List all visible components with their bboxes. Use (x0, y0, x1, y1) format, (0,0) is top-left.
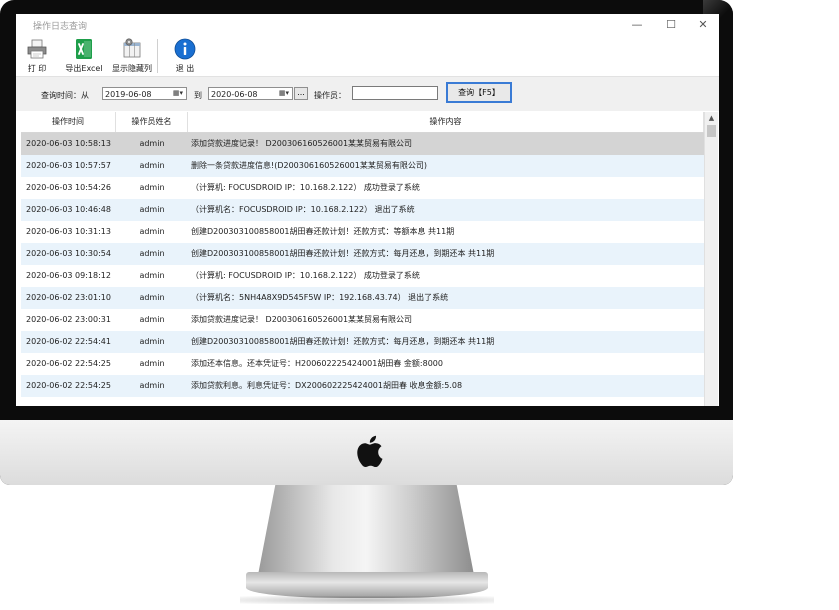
cell-operation-content: 添加贷款利息。利息凭证号：DX200602225424001胡田春 收息金额:5… (191, 381, 463, 390)
cell-operation-content: （计算机名：5NH4A8X9D545F5W IP：192.168.43.74） … (191, 293, 449, 302)
cell-operation-time: 2020-06-03 10:58:13 (26, 139, 111, 148)
print-label: 打 印 (27, 64, 47, 73)
monitor-chin (0, 420, 733, 485)
cell-operation-time: 2020-06-02 22:54:25 (26, 381, 111, 390)
cell-operation-time: 2020-06-02 23:01:10 (26, 293, 111, 302)
to-date-value: 2020-06-08 (211, 90, 258, 99)
cell-operation-content: 创建D200303100858001胡田春还款计划！还款方式：等额本息 共11期 (191, 227, 455, 236)
window-titlebar: 操作日志查询 — ☐ ✕ (16, 14, 719, 36)
cell-operation-content: 创建D200303100858001胡田春还款计划！还款方式：每月还息，到期还本… (191, 249, 495, 258)
info-icon (174, 38, 196, 60)
table-row[interactable]: 2020-06-03 10:57:57 admin 删除一条贷款进度信息!(D200… (21, 155, 704, 177)
show-hidden-columns-button[interactable]: 显示隐藏列 (110, 38, 154, 74)
cell-operation-time: 2020-06-02 22:54:41 (26, 337, 111, 346)
calendar-dropdown-icon[interactable]: ▦▾ (277, 89, 291, 98)
log-table: 操作时间 操作员姓名 操作内容 2020-06-03 10:58:13 admin… (21, 112, 719, 406)
apple-logo (357, 435, 383, 468)
export-excel-button[interactable]: 导出Excel (64, 38, 104, 74)
from-date-value: 2019-06-08 (105, 90, 152, 99)
to-date-picker[interactable]: 2020-06-08 ▦▾ (208, 87, 293, 100)
cell-operator-name: admin (139, 337, 165, 346)
printer-icon (27, 39, 47, 59)
table-header: 操作时间 操作员姓名 操作内容 (21, 112, 704, 133)
cell-operation-time: 2020-06-02 22:54:25 (26, 359, 111, 368)
exit-button[interactable]: 退 出 (170, 38, 200, 74)
cell-operation-content: 删除一条贷款进度信息!(D200306160526001某某贸易有限公司) (191, 161, 427, 170)
header-operation-content[interactable]: 操作内容 (188, 112, 704, 132)
vertical-scrollbar[interactable]: ▲ (704, 112, 718, 406)
cell-operation-content: 添加贷款进度记录！ D200306160526001某某贸易有限公司 (191, 315, 413, 324)
window-title: 操作日志查询 (33, 22, 88, 32)
cell-operation-content: 添加还本信息。还本凭证号：H200602225424001胡田春 金额:8000 (191, 359, 443, 368)
export-excel-label: 导出Excel (65, 64, 103, 73)
stand-shadow (240, 596, 494, 604)
excel-icon (76, 39, 92, 59)
query-button[interactable]: 查询【F5】 (446, 82, 512, 103)
monitor-stand-base (246, 572, 488, 598)
app-window: 操作日志查询 — ☐ ✕ 打 印 导出Excel 显示隐藏列 退 出 查询时间：… (16, 14, 719, 406)
scroll-thumb[interactable] (707, 125, 716, 137)
close-button[interactable]: ✕ (688, 16, 718, 34)
toolbar-separator (157, 39, 158, 73)
cell-operation-time: 2020-06-02 23:00:31 (26, 315, 111, 324)
cell-operation-time: 2020-06-03 10:30:54 (26, 249, 111, 258)
cell-operation-content: 创建D200303100858001胡田春还款计划！还款方式：每月还息，到期还本… (191, 337, 495, 346)
show-hidden-columns-label: 显示隐藏列 (112, 64, 152, 73)
monitor-stand-neck (258, 485, 474, 575)
cell-operator-name: admin (139, 183, 165, 192)
table-row[interactable]: 2020-06-02 23:00:31 admin 添加贷款进度记录！ D20030… (21, 309, 704, 331)
cell-operator-name: admin (139, 161, 165, 170)
cell-operator-name: admin (139, 271, 165, 280)
cell-operator-name: admin (139, 359, 165, 368)
operator-label: 操作员： (314, 91, 346, 100)
search-bar: 查询时间：从 2019-06-08 ▦▾ 到 2020-06-08 ▦▾ ...… (16, 77, 719, 111)
table-row[interactable]: 2020-06-03 10:31:13 admin 创建D2003031008580… (21, 221, 704, 243)
cell-operator-name: admin (139, 139, 165, 148)
cell-operator-name: admin (139, 205, 165, 214)
operator-input[interactable] (352, 86, 438, 100)
exit-label: 退 出 (175, 64, 195, 73)
maximize-button[interactable]: ☐ (656, 16, 686, 34)
cell-operation-content: （计算机: FOCUSDROID IP：10.168.2.122） 成功登录了系… (191, 183, 420, 192)
cell-operator-name: admin (139, 381, 165, 390)
more-options-button[interactable]: ... (294, 87, 308, 100)
calendar-dropdown-icon[interactable]: ▦▾ (171, 89, 185, 98)
from-date-picker[interactable]: 2019-06-08 ▦▾ (102, 87, 187, 100)
cell-operation-time: 2020-06-03 10:57:57 (26, 161, 111, 170)
header-operator-name[interactable]: 操作员姓名 (116, 112, 188, 132)
monitor-bezel: 操作日志查询 — ☐ ✕ 打 印 导出Excel 显示隐藏列 退 出 查询时间：… (0, 0, 733, 485)
table-row[interactable]: 2020-06-02 22:54:25 admin 添加贷款利息。利息凭证号：DX2… (21, 375, 704, 397)
cell-operation-content: （计算机: FOCUSDROID IP：10.168.2.122） 成功登录了系… (191, 271, 420, 280)
table-row[interactable]: 2020-06-02 22:54:25 admin 添加还本信息。还本凭证号：H20… (21, 353, 704, 375)
cell-operator-name: admin (139, 315, 165, 324)
print-button[interactable]: 打 印 (22, 38, 52, 74)
cell-operation-content: 添加贷款进度记录！ D200306160526001某某贸易有限公司 (191, 139, 413, 148)
cell-operator-name: admin (139, 249, 165, 258)
cell-operation-time: 2020-06-03 10:54:26 (26, 183, 111, 192)
table-row[interactable]: 2020-06-02 23:01:10 admin （计算机名：5NH4A8X9D5… (21, 287, 704, 309)
cell-operation-time: 2020-06-03 09:18:12 (26, 271, 111, 280)
scroll-up-icon[interactable]: ▲ (705, 112, 718, 124)
table-row[interactable]: 2020-06-03 10:30:54 admin 创建D2003031008580… (21, 243, 704, 265)
to-label: 到 (194, 91, 202, 100)
table-row[interactable]: 2020-06-03 10:46:48 admin （计算机名：FOCUSDROID… (21, 199, 704, 221)
table-row[interactable]: 2020-06-02 22:54:41 admin 创建D2003031008580… (21, 331, 704, 353)
table-row[interactable]: 2020-06-03 10:58:13 admin 添加贷款进度记录！ D20030… (21, 133, 704, 155)
table-row[interactable]: 2020-06-03 09:18:12 admin （计算机: FOCUSDROID… (21, 265, 704, 287)
cell-operation-content: （计算机名：FOCUSDROID IP：10.168.2.122） 退出了系统 (191, 205, 415, 214)
cell-operator-name: admin (139, 293, 165, 302)
query-time-label: 查询时间：从 (41, 91, 89, 100)
cell-operator-name: admin (139, 227, 165, 236)
table-row[interactable]: 2020-06-03 10:54:26 admin （计算机: FOCUSDROID… (21, 177, 704, 199)
toolbar: 打 印 导出Excel 显示隐藏列 退 出 (16, 36, 719, 77)
cell-operation-time: 2020-06-03 10:31:13 (26, 227, 111, 236)
header-operation-time[interactable]: 操作时间 (21, 112, 116, 132)
cell-operation-time: 2020-06-03 10:46:48 (26, 205, 111, 214)
columns-icon (123, 38, 141, 58)
minimize-button[interactable]: — (622, 16, 652, 34)
